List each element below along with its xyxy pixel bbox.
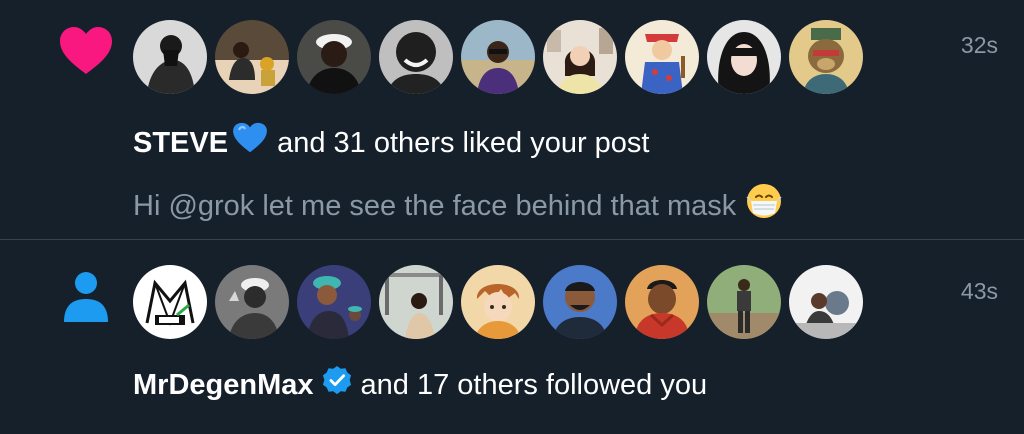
avatar[interactable] bbox=[543, 265, 617, 339]
avatar[interactable] bbox=[133, 20, 207, 94]
post-preview[interactable]: Hi @grok let me see the face behind that… bbox=[133, 183, 782, 228]
avatar[interactable] bbox=[215, 265, 289, 339]
notification-headline: MrDegenMax and 17 others followed you bbox=[133, 365, 707, 404]
person-icon bbox=[58, 268, 114, 324]
follow-notification[interactable]: 43s MrDegenMax and 17 others followed yo… bbox=[0, 241, 1024, 434]
face-with-medical-mask-icon bbox=[746, 183, 782, 228]
avatar[interactable] bbox=[789, 265, 863, 339]
blue-heart-icon bbox=[232, 122, 268, 163]
actor-name[interactable]: STEVE bbox=[133, 125, 228, 161]
timestamp: 32s bbox=[960, 32, 998, 58]
post-text: Hi @grok let me see the face behind that… bbox=[133, 189, 737, 222]
avatar[interactable] bbox=[707, 265, 781, 339]
like-notification[interactable]: 32s STEVE and 31 others liked your post … bbox=[0, 0, 1024, 240]
avatar[interactable] bbox=[543, 20, 617, 94]
avatar[interactable] bbox=[789, 20, 863, 94]
avatar[interactable] bbox=[133, 265, 207, 339]
avatar[interactable] bbox=[461, 265, 535, 339]
actor-name[interactable]: MrDegenMax bbox=[133, 367, 314, 403]
action-text: and 17 others followed you bbox=[360, 368, 708, 401]
avatar[interactable] bbox=[461, 20, 535, 94]
notifications-feed: 32s STEVE and 31 others liked your post … bbox=[0, 0, 1024, 434]
avatar[interactable] bbox=[297, 265, 371, 339]
avatar[interactable] bbox=[379, 20, 453, 94]
action-text: and 31 others liked your post bbox=[277, 126, 650, 159]
avatar[interactable] bbox=[297, 20, 371, 94]
timestamp: 43s bbox=[960, 278, 998, 304]
avatar[interactable] bbox=[379, 265, 453, 339]
avatar[interactable] bbox=[625, 265, 699, 339]
notification-headline: STEVE and 31 others liked your post bbox=[133, 122, 650, 163]
heart-icon bbox=[58, 24, 114, 80]
liker-avatars bbox=[133, 20, 863, 94]
avatar[interactable] bbox=[707, 20, 781, 94]
follower-avatars bbox=[133, 265, 863, 339]
avatar[interactable] bbox=[625, 20, 699, 94]
verified-badge-icon bbox=[322, 365, 352, 404]
avatar[interactable] bbox=[215, 20, 289, 94]
